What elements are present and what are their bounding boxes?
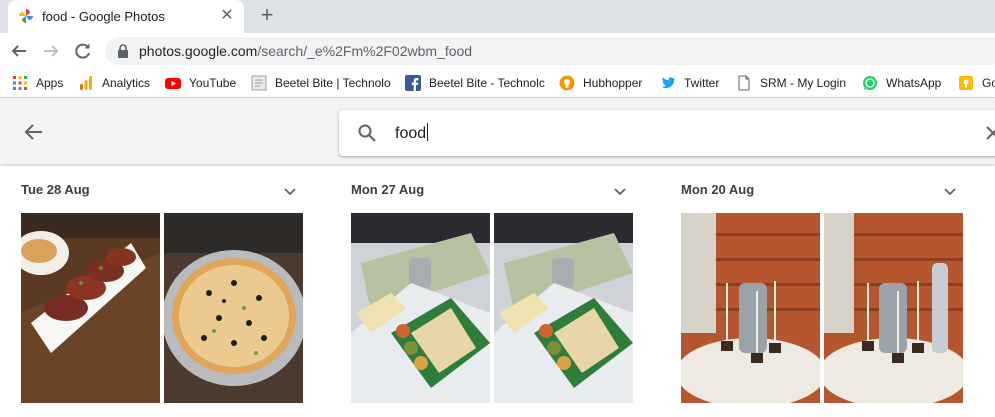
drink-tray-photo[interactable] [681,213,820,403]
chevron-down-icon[interactable] [613,184,627,198]
facebook-icon [405,75,421,91]
search-input[interactable]: food [395,123,429,143]
pizza-photo[interactable] [164,213,303,403]
search-icon[interactable] [357,123,377,143]
search-box[interactable]: food [339,110,995,156]
bookmark-label: Twitter [684,76,720,90]
page-favicon-icon [251,75,267,91]
browser-tab[interactable]: food - Google Photos ✕ [8,0,244,33]
lock-icon [118,44,128,58]
url-path: /search/_e%2Fm%2F02wbm_food [257,43,473,59]
reload-icon[interactable] [72,40,94,62]
analytics-icon [80,76,92,90]
bookmark-label: Hubhopper [583,76,643,90]
kebab-plate-photo[interactable] [21,213,160,403]
youtube-icon [165,78,181,89]
dosa-thali-photo-2[interactable] [494,213,633,403]
close-icon[interactable] [983,123,995,143]
tab-title: food - Google Photos [42,9,165,24]
forward-arrow-icon[interactable] [40,40,62,62]
url-host: photos.google.com [139,43,258,59]
group-date: Mon 20 Aug [681,182,755,197]
chevron-down-icon[interactable] [283,184,297,198]
bookmark-label: Beetel Bite | Technolo [275,76,391,90]
back-arrow-icon[interactable] [22,120,46,144]
drink-tray-photo-2[interactable] [824,213,963,403]
apps-grid-icon [13,76,27,90]
group-date: Tue 28 Aug [21,182,90,197]
twitter-icon [661,77,675,89]
browser-tabstrip: food - Google Photos ✕ + [0,0,995,33]
chevron-down-icon[interactable] [943,184,957,198]
bookmark-label: Analytics [102,76,151,90]
url-text: photos.google.com/search/_e%2Fm%2F02wbm_… [139,43,472,59]
bookmark-label: Apps [36,76,64,90]
document-icon [738,75,750,91]
photos-page: food Tue 28 Aug Mon 27 Aug Mon 20 Aug [0,98,995,417]
search-query-text: food [395,125,427,142]
close-icon[interactable]: ✕ [218,7,236,25]
text-caret [427,123,429,141]
group-date: Mon 27 Aug [351,182,425,197]
hubhopper-icon [559,75,575,91]
dosa-thali-photo[interactable] [351,213,490,403]
bookmark-label: YouTube [189,76,237,90]
google-photos-icon [19,9,33,23]
address-bar[interactable]: photos.google.com/search/_e%2Fm%2F02wbm_… [105,37,995,65]
bookmark-label: Beetel Bite - Technolc [429,76,545,90]
keep-icon [959,76,973,90]
search-header: food [0,98,995,164]
back-arrow-icon[interactable] [8,40,30,62]
bookmarks-bar: Apps Analytics YouTube Beetel Bite | Tec… [0,69,995,98]
bookmark-label: SRM - My Login [760,76,847,90]
bookmark-label: WhatsApp [886,76,942,90]
whatsapp-icon [863,76,877,90]
plus-icon[interactable]: + [256,4,278,26]
browser-toolbar: photos.google.com/search/_e%2Fm%2F02wbm_… [0,33,995,69]
bookmark-label: Go [982,76,995,90]
